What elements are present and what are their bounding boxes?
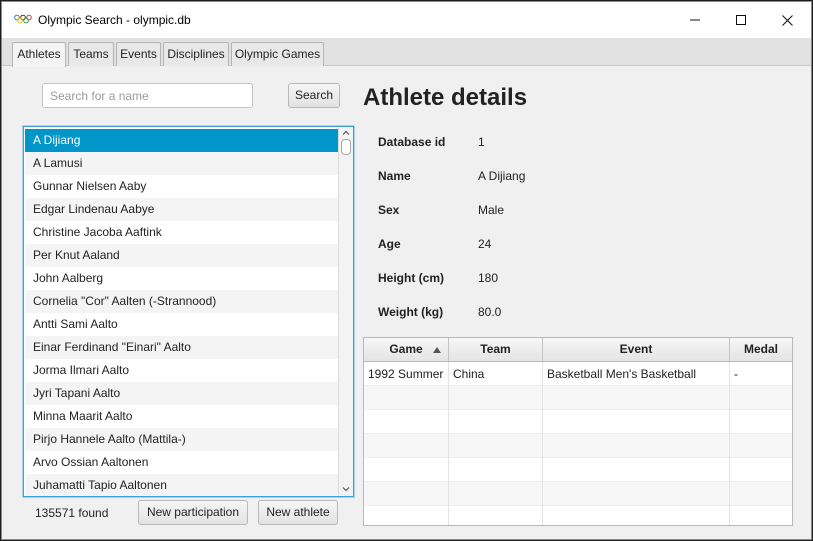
details-title: Athlete details — [363, 84, 528, 111]
list-item[interactable]: Edgar Lindenau Aabye — [25, 198, 338, 221]
table-row-empty — [364, 506, 792, 525]
cell-empty — [543, 458, 730, 482]
list-item[interactable]: John Aalberg — [25, 267, 338, 290]
list-item[interactable]: A Lamusi — [25, 152, 338, 175]
list-item[interactable]: Arvo Ossian Aaltonen — [25, 451, 338, 474]
athlete-list[interactable]: A Dijiang A Lamusi Gunnar Nielsen Aaby E… — [23, 126, 354, 497]
detail-value-height: 180 — [478, 271, 499, 285]
list-item[interactable]: Per Knut Aaland — [25, 244, 338, 267]
sort-ascending-icon — [433, 347, 441, 353]
list-item[interactable]: Antti Sami Aalto — [25, 313, 338, 336]
table-header: Game Team Event Medal — [364, 338, 792, 362]
close-button[interactable] — [764, 2, 810, 38]
detail-value-sex: Male — [478, 203, 505, 217]
list-item[interactable]: Jorma Ilmari Aalto — [25, 359, 338, 382]
detail-label-height: Height (cm) — [378, 271, 444, 285]
detail-label-id: Database id — [378, 135, 446, 149]
cell-empty — [364, 434, 449, 458]
cell-empty — [543, 434, 730, 458]
scroll-down-icon[interactable] — [342, 485, 350, 493]
cell-empty — [449, 434, 543, 458]
close-icon — [781, 14, 793, 26]
app-window: Olympic Search - olympic.db Athletes Tea… — [1, 1, 812, 540]
maximize-button[interactable] — [718, 2, 764, 38]
minimize-button[interactable] — [672, 2, 718, 38]
list-item[interactable]: Gunnar Nielsen Aaby — [25, 175, 338, 198]
cell-empty — [449, 506, 543, 525]
table-row-empty — [364, 482, 792, 506]
cell-empty — [364, 482, 449, 506]
cell-empty — [449, 482, 543, 506]
tab-disciplines[interactable]: Disciplines — [163, 42, 229, 66]
list-item[interactable]: Jyri Tapani Aalto — [25, 382, 338, 405]
detail-label-weight: Weight (kg) — [378, 305, 444, 319]
window-title: Olympic Search - olympic.db — [38, 13, 191, 27]
participations-table[interactable]: Game Team Event Medal 1992 Summer China … — [363, 337, 793, 526]
cell-empty — [364, 458, 449, 482]
tab-olympic-games[interactable]: Olympic Games — [231, 42, 324, 66]
detail-label-sex: Sex — [378, 203, 400, 217]
olympic-rings-icon — [14, 14, 32, 24]
search-button[interactable]: Search — [288, 83, 340, 108]
list-scrollbar[interactable] — [338, 127, 353, 496]
new-athlete-button[interactable]: New athlete — [258, 500, 338, 525]
cell-empty — [543, 386, 730, 410]
column-header-event[interactable]: Event — [543, 338, 730, 361]
tab-bar: Athletes Teams Events Disciplines Olympi… — [2, 38, 811, 67]
cell-empty — [543, 482, 730, 506]
list-item[interactable]: Einar Ferdinand "Einari" Aalto — [25, 336, 338, 359]
table-row-empty — [364, 386, 792, 410]
title-bar[interactable]: Olympic Search - olympic.db — [2, 2, 811, 38]
search-input[interactable] — [42, 83, 253, 108]
cell-empty — [543, 506, 730, 525]
list-item[interactable]: A Dijiang — [25, 129, 338, 152]
maximize-icon — [736, 15, 746, 25]
scroll-thumb[interactable] — [341, 139, 351, 155]
column-header-team[interactable]: Team — [449, 338, 543, 361]
cell-empty — [449, 410, 543, 434]
cell-empty — [364, 410, 449, 434]
list-item[interactable]: Minna Maarit Aalto — [25, 405, 338, 428]
detail-value-name: A Dijiang — [478, 169, 526, 183]
scroll-up-icon[interactable] — [342, 129, 350, 137]
found-count: 135571 found — [35, 506, 109, 520]
list-item[interactable]: Christine Jacoba Aaftink — [25, 221, 338, 244]
tab-events[interactable]: Events — [116, 42, 161, 66]
list-item[interactable]: Juhamatti Tapio Aaltonen — [25, 474, 338, 496]
cell-team: China — [449, 362, 543, 386]
detail-label-age: Age — [378, 237, 401, 251]
table-row[interactable]: 1992 Summer China Basketball Men's Baske… — [364, 362, 792, 386]
table-row-empty — [364, 410, 792, 434]
cell-game: 1992 Summer — [364, 362, 449, 386]
detail-value-age: 24 — [478, 237, 492, 251]
detail-value-weight: 80.0 — [478, 305, 502, 319]
detail-value-id: 1 — [478, 135, 485, 149]
cell-empty — [543, 410, 730, 434]
cell-empty — [449, 458, 543, 482]
cell-empty — [449, 386, 543, 410]
table-row-empty — [364, 434, 792, 458]
detail-label-name: Name — [378, 169, 411, 183]
column-header-medal[interactable]: Medal — [730, 338, 792, 361]
cell-event: Basketball Men's Basketball — [543, 362, 730, 386]
list-item[interactable]: Cornelia "Cor" Aalten (-Strannood) — [25, 290, 338, 313]
cell-empty — [364, 386, 449, 410]
table-row-empty — [364, 458, 792, 482]
cell-medal: - — [734, 367, 738, 381]
new-participation-button[interactable]: New participation — [138, 500, 248, 525]
list-item[interactable]: Pirjo Hannele Aalto (Mattila-) — [25, 428, 338, 451]
cell-empty — [364, 506, 449, 525]
column-header-game[interactable]: Game — [364, 338, 449, 361]
minimize-icon — [690, 19, 700, 21]
tab-athletes[interactable]: Athletes — [12, 42, 66, 67]
tab-teams[interactable]: Teams — [68, 42, 114, 66]
